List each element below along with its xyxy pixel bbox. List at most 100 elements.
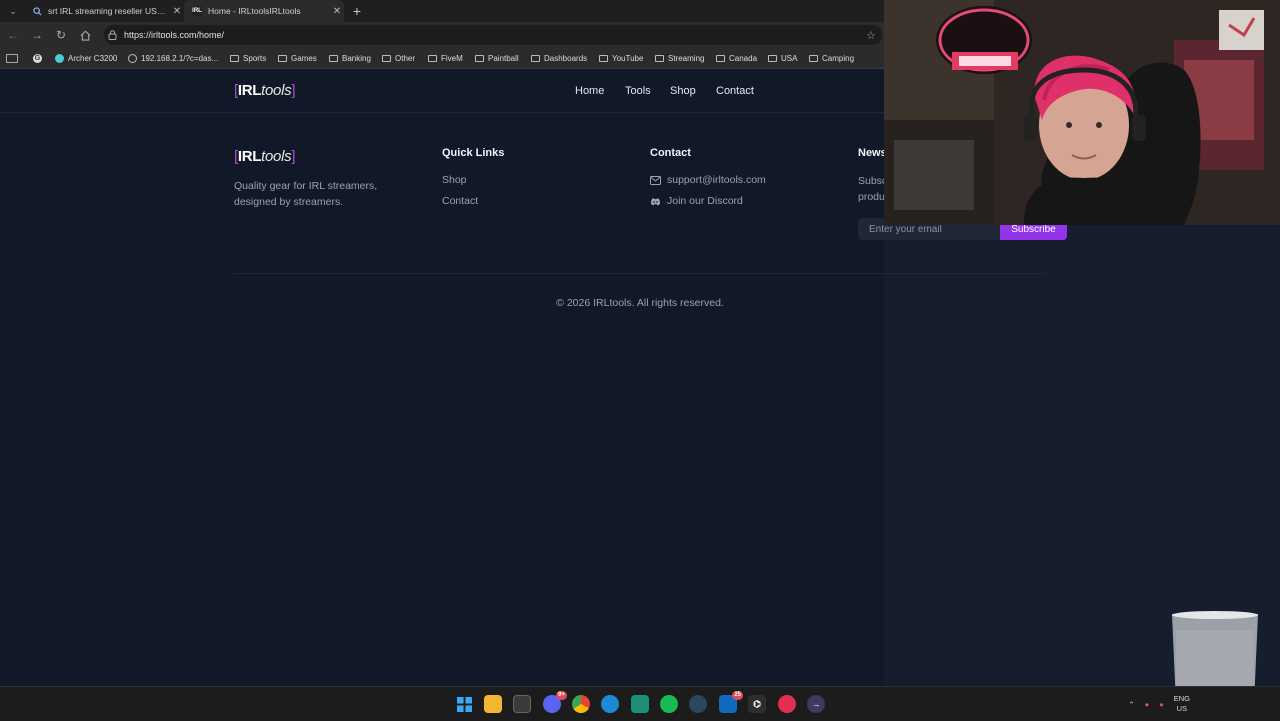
bookmark-label: Camping [822, 53, 855, 63]
bookmark-label: Archer C3200 [68, 53, 118, 63]
tab-search[interactable]: srt IRL streaming reseller USA - Se ✕ [24, 0, 184, 22]
microphone-icon[interactable]: ● [1159, 700, 1164, 709]
folder-icon [531, 54, 540, 62]
copyright-text: © 2026 IRLtools. All rights reserved. [556, 297, 724, 309]
footer-link-shop[interactable]: Shop [442, 174, 467, 186]
header-divider [0, 112, 884, 113]
footer-link-contact[interactable]: Contact [442, 195, 478, 207]
address-bar[interactable]: https://irltools.com/home/ ☆ [104, 25, 882, 45]
nav-tools[interactable]: Tools [625, 85, 651, 97]
bookmark-label: 192.168.2.1/?c=das... [141, 53, 219, 63]
file-explorer-icon[interactable] [484, 695, 502, 713]
folder-icon [382, 54, 391, 62]
store-icon[interactable] [513, 695, 531, 713]
footer-discord-link[interactable]: Join our Discord [650, 195, 743, 207]
bookmark-folder-usa[interactable]: USA [768, 51, 797, 65]
folder-icon [655, 54, 664, 62]
windows-start-icon[interactable] [455, 695, 473, 713]
site-logo[interactable]: [IRLtools] [234, 82, 295, 99]
bookmark-label: Streaming [668, 53, 705, 63]
bookmark-label: Canada [729, 53, 758, 63]
language-code: ENG [1173, 694, 1190, 703]
newsletter-text-line1: Subsc [858, 175, 888, 187]
footer-logo: [IRLtools] [234, 148, 296, 165]
home-icon[interactable] [76, 26, 94, 44]
bookmark-folder-other[interactable]: Other [382, 51, 415, 65]
nav-home[interactable]: Home [575, 85, 604, 97]
webcam-overlay [884, 0, 1280, 225]
chevron-up-icon[interactable]: ⌃ [1128, 700, 1134, 709]
new-tab-button[interactable]: + [348, 2, 366, 20]
nav-contact[interactable]: Contact [716, 85, 754, 97]
discord-icon [650, 197, 661, 206]
bookmark-folder-games[interactable]: Games [278, 51, 317, 65]
bookmarks-bar: G Archer C3200 192.168.2.1/?c=das... Spo… [0, 48, 884, 69]
edge-icon[interactable] [601, 695, 619, 713]
app-icon[interactable] [778, 695, 796, 713]
bookmark-label: Banking [342, 53, 371, 63]
url-text: https://irltools.com/home/ [124, 30, 225, 40]
browser-toolbar: ← → ↻ https://irltools.com/home/ ☆ [0, 22, 884, 48]
chrome-icon[interactable] [572, 695, 590, 713]
bookmark-folder-sports[interactable]: Sports [230, 51, 266, 65]
tab-title: Home - IRLtoolsIRLtools [208, 6, 301, 16]
bookmark-label: Paintball [488, 53, 519, 63]
bookmark-label: USA [781, 53, 798, 63]
forward-arrow-icon[interactable]: → [28, 26, 46, 44]
folder-icon [278, 54, 287, 62]
network-icon[interactable]: ● [1145, 700, 1150, 709]
star-icon[interactable]: ☆ [866, 29, 876, 42]
windows-taskbar: 9+ 25 ⌬ → ⌃ ● ● ENG US [0, 686, 1280, 721]
irl-favicon-icon: IRL [192, 6, 202, 16]
bookmark-folder-paintball[interactable]: Paintball [475, 51, 519, 65]
tab-list-chevron-icon[interactable]: ⌄ [4, 2, 22, 20]
bookmark-folder-streaming[interactable]: Streaming [655, 51, 704, 65]
bookmark-folder-dashboards[interactable]: Dashboards [531, 51, 587, 65]
lock-icon [108, 30, 118, 40]
discord-text: Join our Discord [667, 195, 743, 207]
email-text: support@irltools.com [667, 174, 766, 186]
bookmark-label: Other [395, 53, 416, 63]
language-indicator[interactable]: ENG US [1174, 694, 1190, 714]
search-icon [32, 6, 42, 16]
tab-home[interactable]: IRL Home - IRLtoolsIRLtools ✕ [184, 0, 344, 22]
bookmark-folder-canada[interactable]: Canada [716, 51, 757, 65]
terminal-icon[interactable] [631, 695, 649, 713]
footer-divider [234, 273, 1046, 274]
notification-badge: 9+ [556, 691, 567, 700]
folder-icon [716, 54, 725, 62]
close-icon[interactable]: ✕ [170, 6, 184, 17]
bookmark-folder-youtube[interactable]: YouTube [599, 51, 643, 65]
bookmark-folder-fivem[interactable]: FiveM [428, 51, 463, 65]
back-arrow-icon[interactable]: ← [4, 26, 22, 44]
spotify-icon[interactable] [660, 695, 678, 713]
footer-email-link[interactable]: support@irltools.com [650, 174, 766, 186]
apps-icon[interactable] [6, 51, 18, 65]
google-icon[interactable]: G [33, 51, 46, 65]
bookmark-label: Sports [243, 53, 267, 63]
system-tray: ⌃ ● ● ENG US [1128, 687, 1270, 721]
reload-icon[interactable]: ↻ [52, 26, 70, 44]
bookmark-folder-camping[interactable]: Camping [809, 51, 854, 65]
folder-icon [768, 54, 777, 62]
bookmark-label: Games [291, 53, 317, 63]
arrow-app-icon[interactable]: → [807, 695, 825, 713]
tp-link-icon [55, 53, 64, 63]
folder-icon [475, 54, 484, 62]
mail-icon [650, 175, 661, 185]
globe-icon [128, 53, 137, 63]
newsletter-title: News [858, 147, 887, 159]
folder-icon [599, 54, 608, 62]
bookmark-router[interactable]: 192.168.2.1/?c=das... [128, 51, 218, 65]
mail-icon[interactable]: 25 [719, 691, 743, 713]
game-icon[interactable]: ⌬ [748, 695, 766, 713]
bookmark-folder-banking[interactable]: Banking [329, 51, 371, 65]
nav-shop[interactable]: Shop [670, 85, 696, 97]
webpage [0, 69, 884, 686]
bookmark-archer[interactable]: Archer C3200 [55, 51, 117, 65]
steam-icon[interactable] [689, 695, 707, 713]
bookmark-label: FiveM [441, 53, 463, 63]
discord-icon[interactable]: 9+ [543, 691, 567, 713]
close-icon[interactable]: ✕ [330, 6, 344, 17]
bookmark-label: Dashboards [544, 53, 588, 63]
